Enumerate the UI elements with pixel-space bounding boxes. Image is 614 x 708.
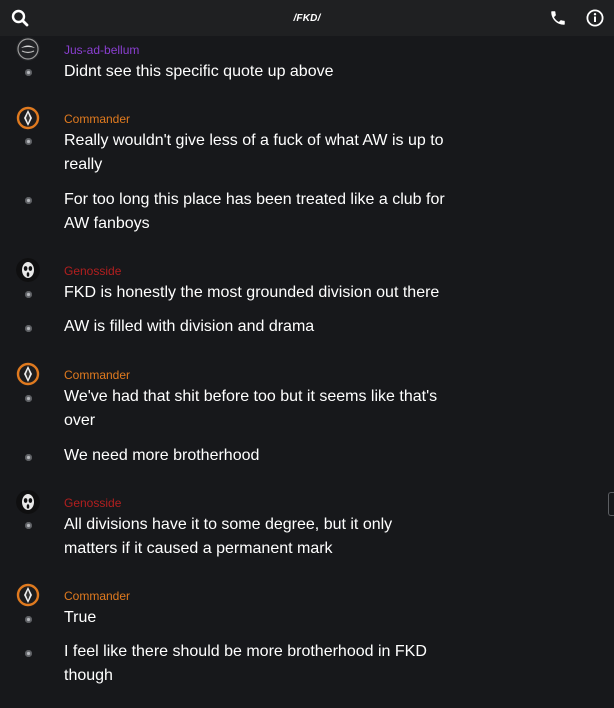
phone-icon[interactable] (547, 7, 569, 29)
message-author[interactable]: Commander (64, 112, 130, 126)
top-bar: /FKD/ (0, 0, 614, 36)
message-status-icon (25, 650, 32, 657)
message-status-icon (25, 138, 32, 145)
message-status-icon (25, 69, 32, 76)
avatar[interactable] (16, 490, 40, 514)
info-icon[interactable] (584, 7, 606, 29)
message-status-icon (25, 454, 32, 461)
message-status-icon (25, 291, 32, 298)
message-text: Didnt see this specific quote up above (64, 63, 334, 80)
channel-title: /FKD/ (293, 12, 321, 24)
avatar[interactable] (16, 362, 40, 386)
message-text: AW is filled with division and drama (64, 318, 315, 335)
message-author[interactable]: Genosside (64, 496, 121, 510)
message-text: All divisions have it to some degree, bu… (64, 516, 393, 557)
message-text: Really wouldn't give less of a fuck of w… (64, 132, 444, 173)
message-author[interactable]: Genosside (64, 264, 121, 278)
message-text: FKD is honestly the most grounded divisi… (64, 284, 440, 301)
message-status-icon (25, 522, 32, 529)
message-text: We've had that shit before too but it se… (64, 388, 438, 429)
message-text: I feel like there should be more brother… (64, 643, 427, 684)
avatar[interactable] (16, 106, 40, 130)
avatar[interactable] (16, 37, 40, 61)
message-status-icon (25, 197, 32, 204)
message-status-icon (25, 616, 32, 623)
avatar[interactable] (16, 258, 40, 282)
message-text: We need more brotherhood (64, 447, 260, 464)
avatar[interactable] (16, 583, 40, 607)
message-feed: Jus-ad-bellum Didnt see this specific qu… (0, 36, 614, 708)
scroll-handle[interactable] (608, 492, 614, 516)
message-text: For too long this place has been treated… (64, 191, 445, 232)
message-status-icon (25, 395, 32, 402)
search-icon[interactable] (9, 7, 31, 29)
message-status-icon (25, 325, 32, 332)
message-author[interactable]: Commander (64, 589, 130, 603)
message-author[interactable]: Commander (64, 368, 130, 382)
message-author[interactable]: Jus-ad-bellum (64, 43, 139, 57)
chat-app: /FKD/ Jus-ad-bellum Didnt see this speci… (0, 0, 614, 708)
message-text: True (64, 609, 97, 626)
